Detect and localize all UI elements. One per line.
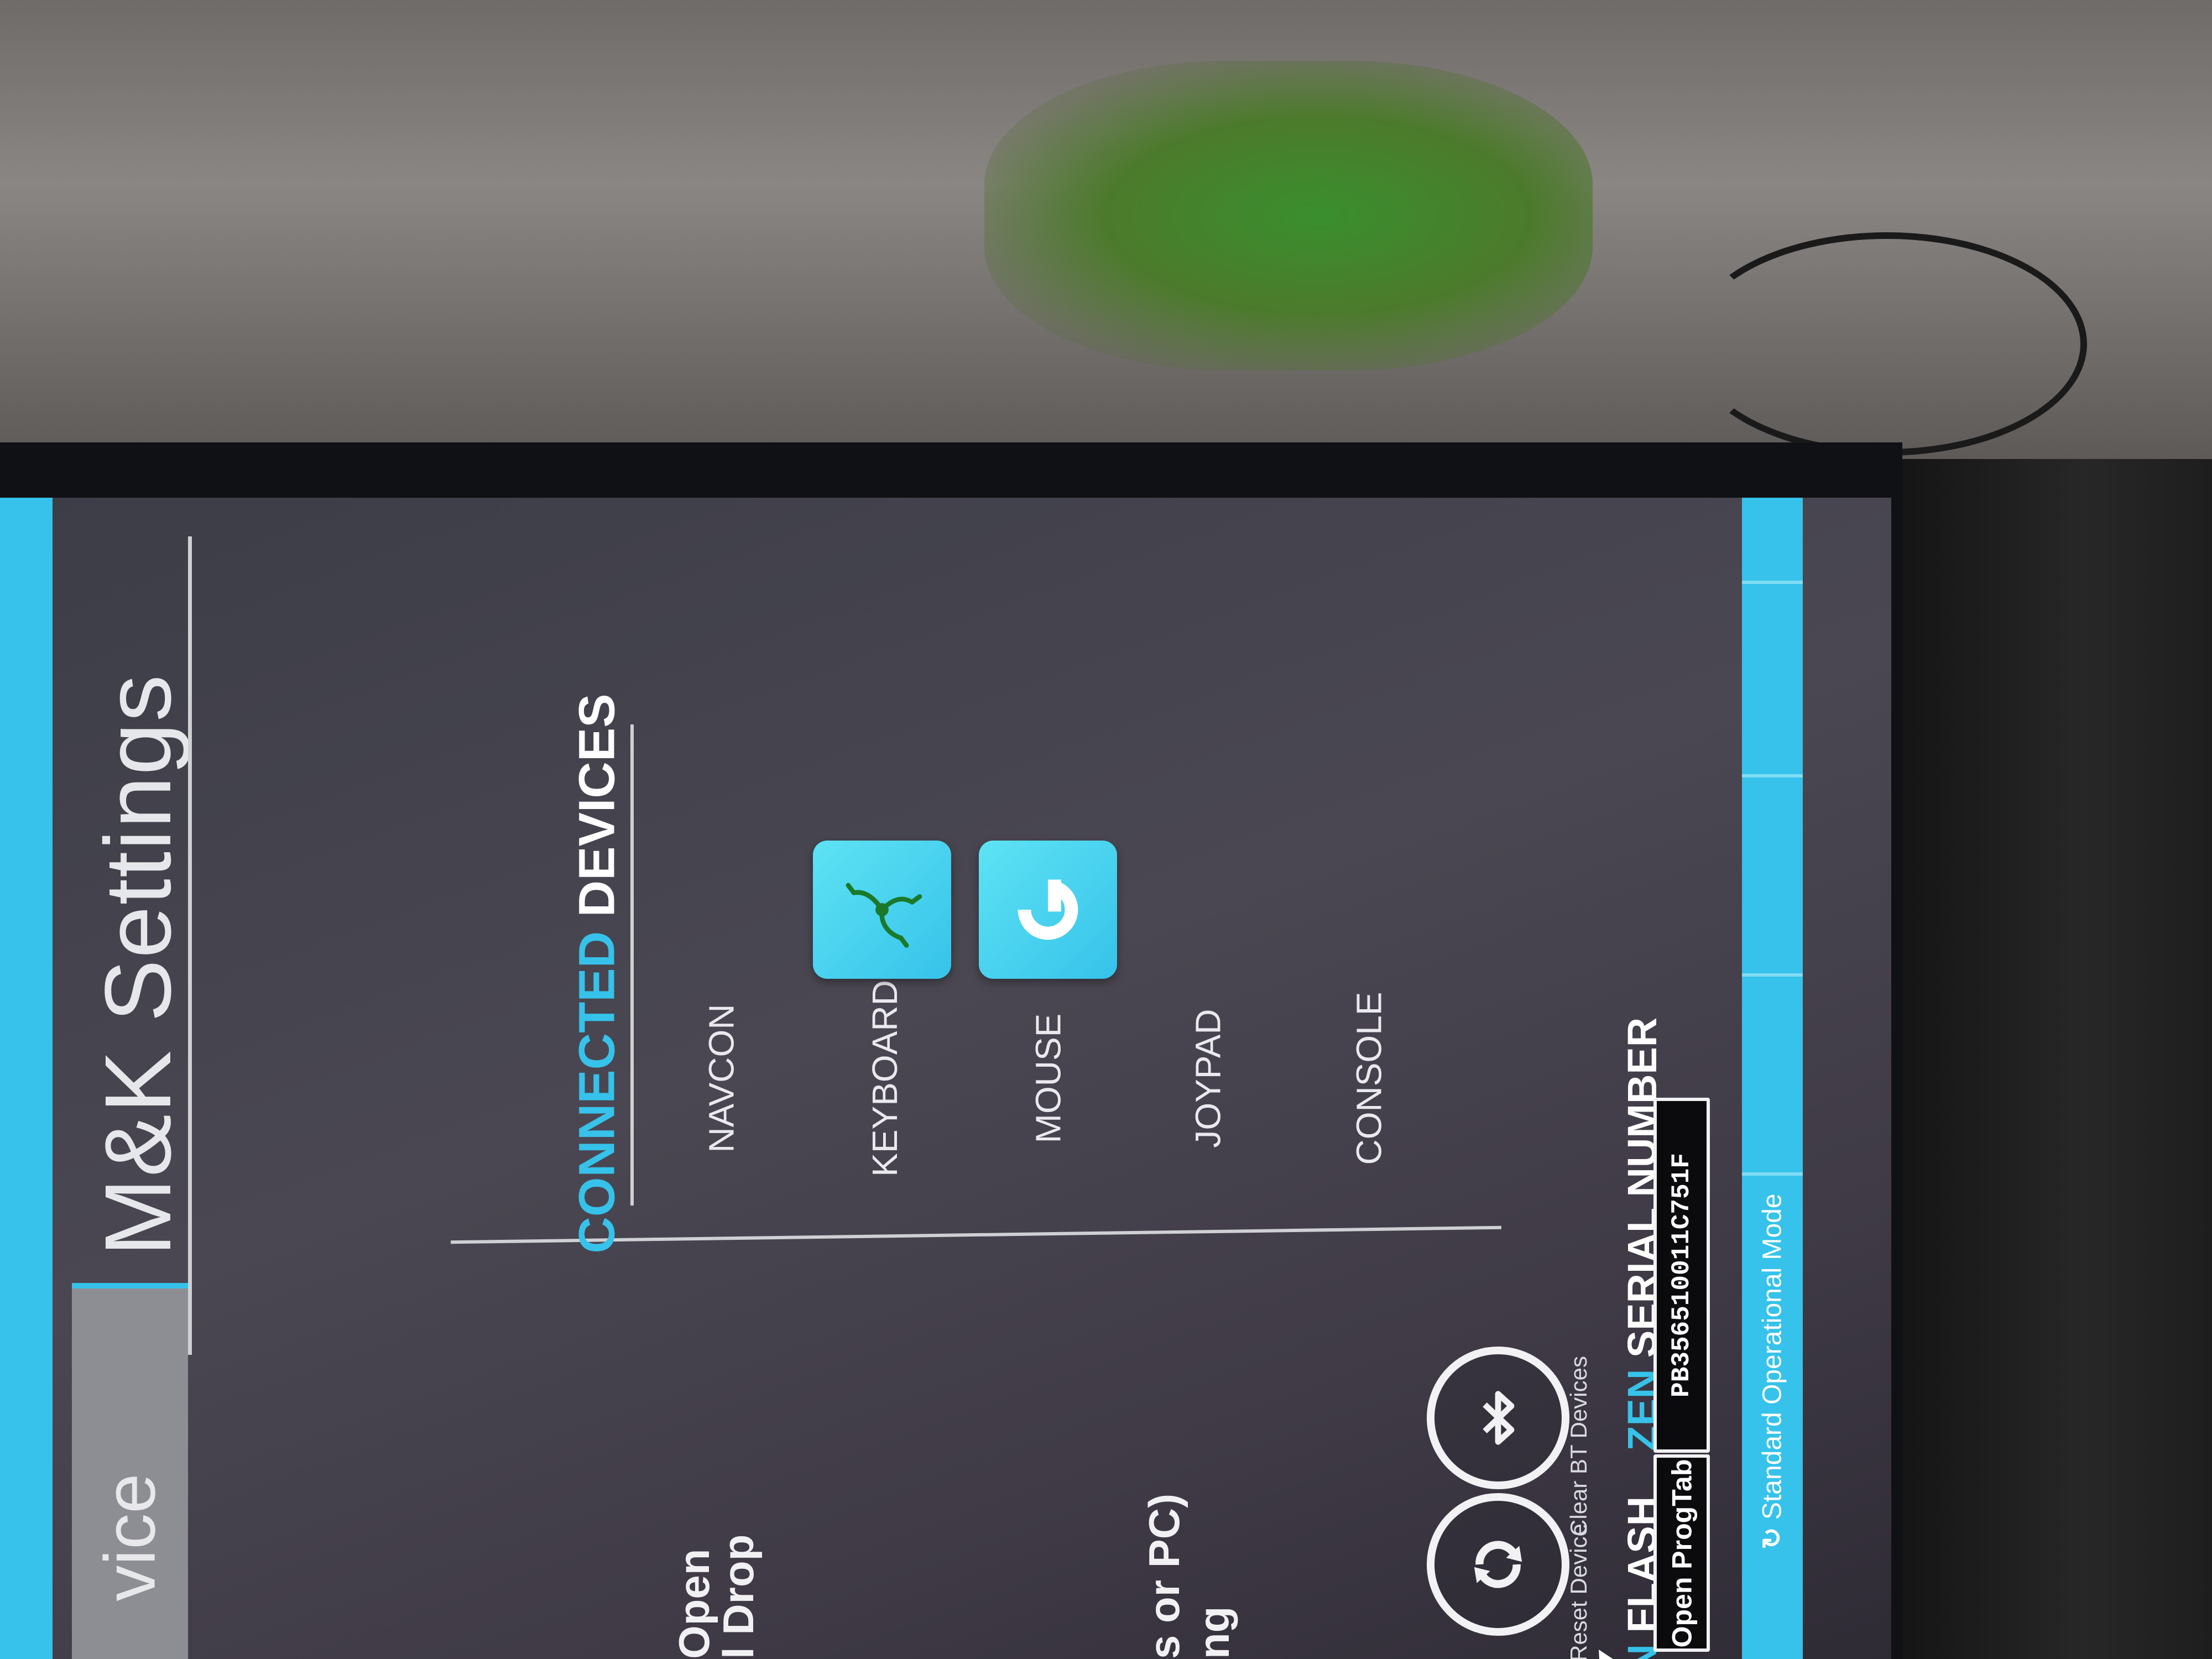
title-divider <box>188 536 192 1355</box>
device-label-console-text: CONSOLE <box>1349 992 1389 1165</box>
status-bar-divider <box>1742 973 1803 977</box>
heading-underline <box>630 724 634 1206</box>
serial-number-value: PB356510011C751F <box>1667 1153 1697 1397</box>
device-label-keyboard-text: KEYBOARD <box>865 980 905 1177</box>
photo-cable <box>1687 232 2087 456</box>
reset-device-label: Reset Device <box>1554 1493 1604 1659</box>
page-title-text: M&K Settings <box>86 674 191 1256</box>
mouse-device-tile[interactable] <box>979 841 1117 979</box>
tab-device-label: vice <box>72 1416 188 1659</box>
device-label-console: CONSOLE <box>1333 962 1405 1194</box>
status-mode-text: Standard Operational Mode <box>1758 1193 1787 1520</box>
open-progtab-label: Open ProgTab <box>1666 1459 1697 1647</box>
photo-keyboard-area <box>1891 459 2212 1659</box>
reset-device-text: Reset Device <box>1566 1524 1592 1659</box>
status-bar-divider <box>1742 581 1803 584</box>
snippet-ng: ng <box>1190 1606 1238 1659</box>
device-label-navcon-text: NAVCON <box>702 1004 742 1153</box>
clear-bt-devices-button[interactable] <box>1427 1347 1569 1489</box>
device-label-keyboard: KEYBOARD <box>849 962 921 1194</box>
snippet-open: Open <box>670 1548 718 1659</box>
snippet-pc: s or PC) <box>1140 1493 1188 1659</box>
status-bar-divider <box>1742 774 1803 778</box>
serial-number-field: PB356510011C751F <box>1653 1098 1710 1453</box>
snippet-drop: l Drop <box>714 1534 763 1659</box>
device-label-navcon: NAVCON <box>686 962 758 1194</box>
photo-snack-bag <box>984 61 1593 371</box>
device-label-joypad-text: JOYPAD <box>1188 1009 1228 1148</box>
heading-devices: DEVICES <box>568 693 625 917</box>
refresh-icon <box>1474 1541 1522 1588</box>
top-accent-bar <box>0 498 53 1659</box>
razer-logo-icon <box>846 883 922 948</box>
open-progtab-button[interactable]: Open ProgTab <box>1653 1454 1710 1652</box>
bluetooth-icon <box>1483 1391 1515 1445</box>
connected-devices-heading: CONNECTED DEVICES <box>553 693 641 1253</box>
device-label-mouse: MOUSE <box>1012 962 1084 1194</box>
app-screen: M&K Settings vice Open l Drop s or PC) n… <box>0 498 1891 1659</box>
tab-device-text: vice <box>90 1473 170 1601</box>
heading-connected: CONNECTED <box>568 931 625 1254</box>
reset-device-button[interactable] <box>1427 1493 1569 1636</box>
status-mode: ↻ Standard Operational Mode <box>1742 1123 1803 1620</box>
device-label-joypad: JOYPAD <box>1172 962 1244 1194</box>
logitech-logo-icon <box>1018 879 1078 940</box>
mode-icon: ↻ <box>1758 1527 1787 1550</box>
keyboard-device-tile[interactable] <box>813 841 951 979</box>
device-label-mouse-text: MOUSE <box>1028 1013 1068 1144</box>
